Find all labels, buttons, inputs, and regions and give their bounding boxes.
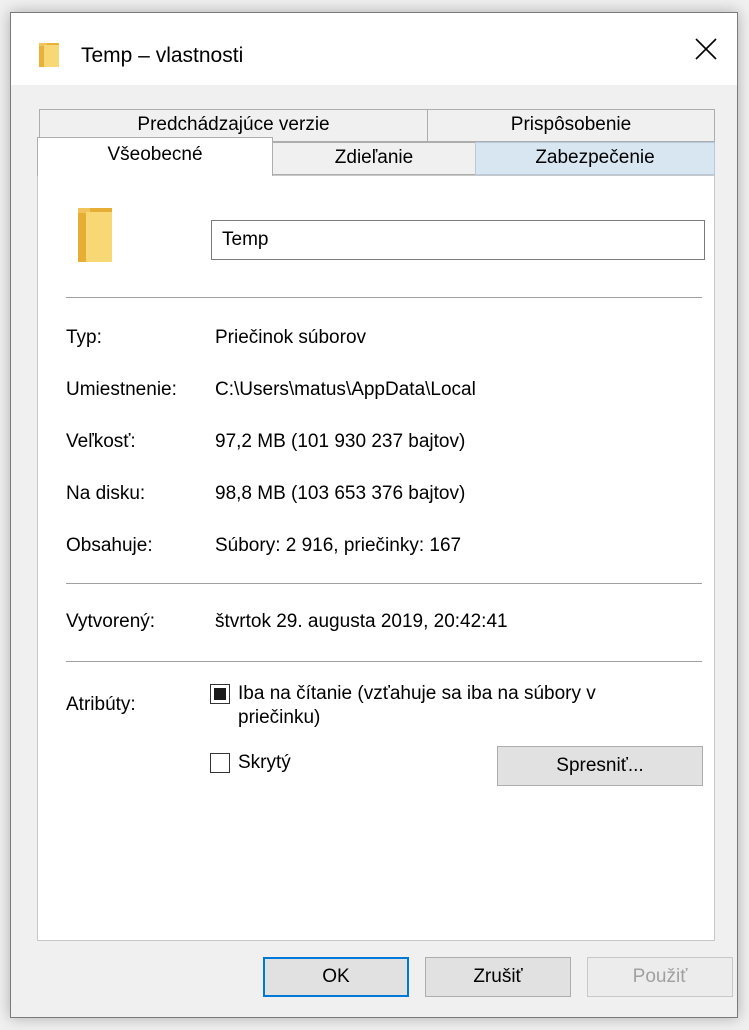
ok-button[interactable]: OK: [263, 957, 409, 997]
separator: [66, 583, 702, 584]
tab-label: Zdieľanie: [334, 147, 414, 168]
apply-button[interactable]: Použiť: [587, 957, 733, 997]
hidden-checkbox-row[interactable]: Skrytý: [210, 751, 291, 775]
size-value: 97,2 MB (101 930 237 bajtov): [215, 431, 466, 452]
close-icon: [695, 38, 717, 60]
readonly-checkbox-row[interactable]: Iba na čítanie (vzťahuje sa iba na súbor…: [210, 682, 680, 730]
advanced-button[interactable]: Spresniť...: [497, 746, 703, 786]
tab-sharing[interactable]: Zdieľanie: [272, 142, 476, 175]
folder-icon: [78, 206, 112, 262]
tab-general[interactable]: Všeobecné: [37, 137, 273, 176]
type-value: Priečinok súborov: [215, 327, 367, 348]
size-label: Veľkosť:: [66, 431, 136, 452]
tab-label: Všeobecné: [107, 144, 203, 165]
created-value: štvrtok 29. augusta 2019, 20:42:41: [215, 611, 508, 632]
hidden-checkbox-label: Skrytý: [238, 752, 291, 773]
tab-security[interactable]: Zabezpečenie: [475, 142, 715, 175]
window-title: Temp – vlastnosti: [81, 44, 244, 67]
hidden-checkbox[interactable]: [210, 753, 230, 773]
cancel-button[interactable]: Zrušiť: [425, 957, 571, 997]
title-bar[interactable]: Temp – vlastnosti: [11, 13, 737, 85]
separator: [66, 661, 702, 662]
tab-label: Zabezpečenie: [535, 147, 655, 168]
general-tab-panel: Typ: Priečinok súborov Umiestnenie: C:\U…: [37, 175, 715, 941]
location-label: Umiestnenie:: [66, 379, 177, 400]
contains-label: Obsahuje:: [66, 535, 153, 556]
separator: [66, 297, 702, 298]
readonly-checkbox-label: Iba na čítanie (vzťahuje sa iba na súbor…: [238, 683, 596, 728]
location-value: C:\Users\matus\AppData\Local: [215, 379, 476, 400]
properties-window: Temp – vlastnosti Predchádzajúce verzie …: [10, 12, 738, 1018]
size-on-disk-value: 98,8 MB (103 653 376 bajtov): [215, 483, 466, 504]
type-label: Typ:: [66, 327, 102, 348]
size-on-disk-label: Na disku:: [66, 483, 146, 504]
attributes-label: Atribúty:: [66, 694, 136, 715]
tab-label: Predchádzajúce verzie: [137, 114, 330, 135]
close-button[interactable]: [675, 13, 737, 85]
contains-value: Súbory: 2 916, priečinky: 167: [215, 535, 462, 556]
readonly-checkbox[interactable]: [210, 684, 230, 704]
folder-icon: [39, 41, 59, 67]
folder-name-input[interactable]: [211, 220, 705, 260]
tab-customize[interactable]: Prispôsobenie: [427, 109, 715, 142]
created-label: Vytvorený:: [66, 611, 156, 632]
tab-label: Prispôsobenie: [510, 114, 632, 135]
